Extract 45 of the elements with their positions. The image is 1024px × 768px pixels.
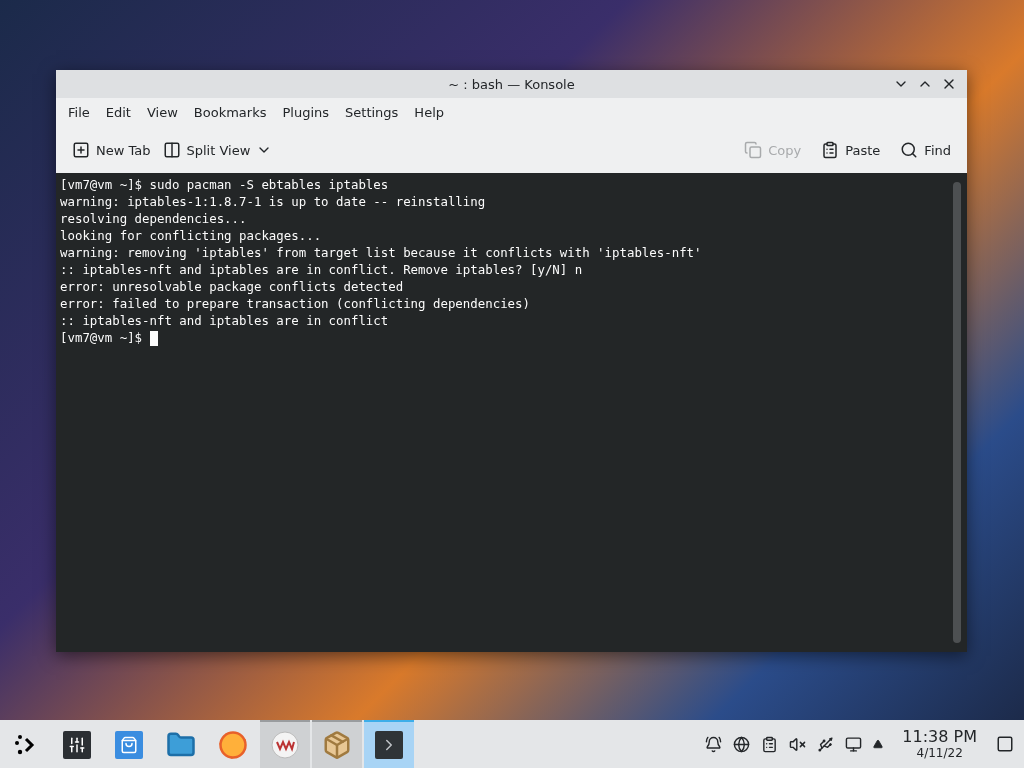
menu-item[interactable]: Edit	[97, 102, 139, 123]
bell-icon	[705, 735, 723, 753]
terminal-line: :: iptables-nft and iptables are in conflict	[60, 312, 390, 329]
menu-item[interactable]: File	[60, 102, 98, 123]
scrollbar[interactable]	[953, 182, 961, 643]
toolbar-button[interactable]: New Tab	[66, 137, 157, 163]
menu-item[interactable]: View	[138, 102, 186, 123]
clipboard-icon	[761, 735, 779, 753]
new-tab-icon	[72, 141, 90, 159]
toolbar-button[interactable]: Split View	[156, 137, 257, 163]
search-icon	[900, 141, 919, 159]
launcher-icon	[13, 733, 37, 757]
terminal-icon	[375, 731, 403, 759]
terminal-line: warning: iptables-1:1.8.7-1 is up to date -- reinstalling	[60, 193, 487, 210]
window-title: ~ : bash — Konsole	[447, 76, 576, 92]
show-desktop-icon[interactable]	[996, 735, 1014, 753]
toolbar-button[interactable]: Paste	[815, 137, 887, 163]
disc-icon	[271, 731, 299, 759]
usb-icon	[817, 735, 835, 753]
sliders-icon	[63, 731, 91, 759]
expand-arrow-icon	[873, 739, 884, 749]
terminal-line: [vm7@vm ~]$ sudo pacman -S ebtables iptables	[60, 176, 390, 193]
terminal-line: looking for conflicting packages...	[60, 227, 323, 244]
shopping-bag-icon	[115, 731, 143, 759]
toolbar-button[interactable]: Find	[894, 137, 957, 163]
terminal-line: error: failed to prepare transaction (conflicting dependencies)	[60, 295, 531, 312]
terminal-line: :: iptables-nft and iptables are in conflict. Remove iptables? [y/N] n	[60, 261, 584, 278]
text-cursor	[149, 331, 158, 346]
columns-icon	[162, 141, 181, 159]
clipboard-icon	[821, 141, 840, 159]
clock-date[interactable]: 4/11/22	[916, 746, 963, 760]
menu-item[interactable]: Plugins	[274, 102, 338, 123]
terminal-line: [vm7@vm ~]$	[60, 329, 951, 346]
muted-speaker-icon	[789, 735, 807, 753]
clock-time[interactable]: 11:38 PM	[902, 728, 977, 746]
monitor-icon	[845, 735, 863, 753]
terminal-line: warning: removing 'iptables' from target list because it conflicts with 'iptables-nft'	[60, 244, 703, 261]
terminal-line: resolving dependencies...	[60, 210, 248, 227]
package-icon	[322, 730, 352, 760]
menu-item[interactable]: Help	[406, 102, 452, 123]
menu-item[interactable]: Settings	[337, 102, 407, 123]
copy-icon	[744, 141, 763, 159]
terminal-line: error: unresolvable package conflicts detected	[60, 278, 405, 295]
taskbar-item[interactable]	[364, 720, 414, 768]
menu-item[interactable]: Bookmarks	[185, 102, 275, 123]
